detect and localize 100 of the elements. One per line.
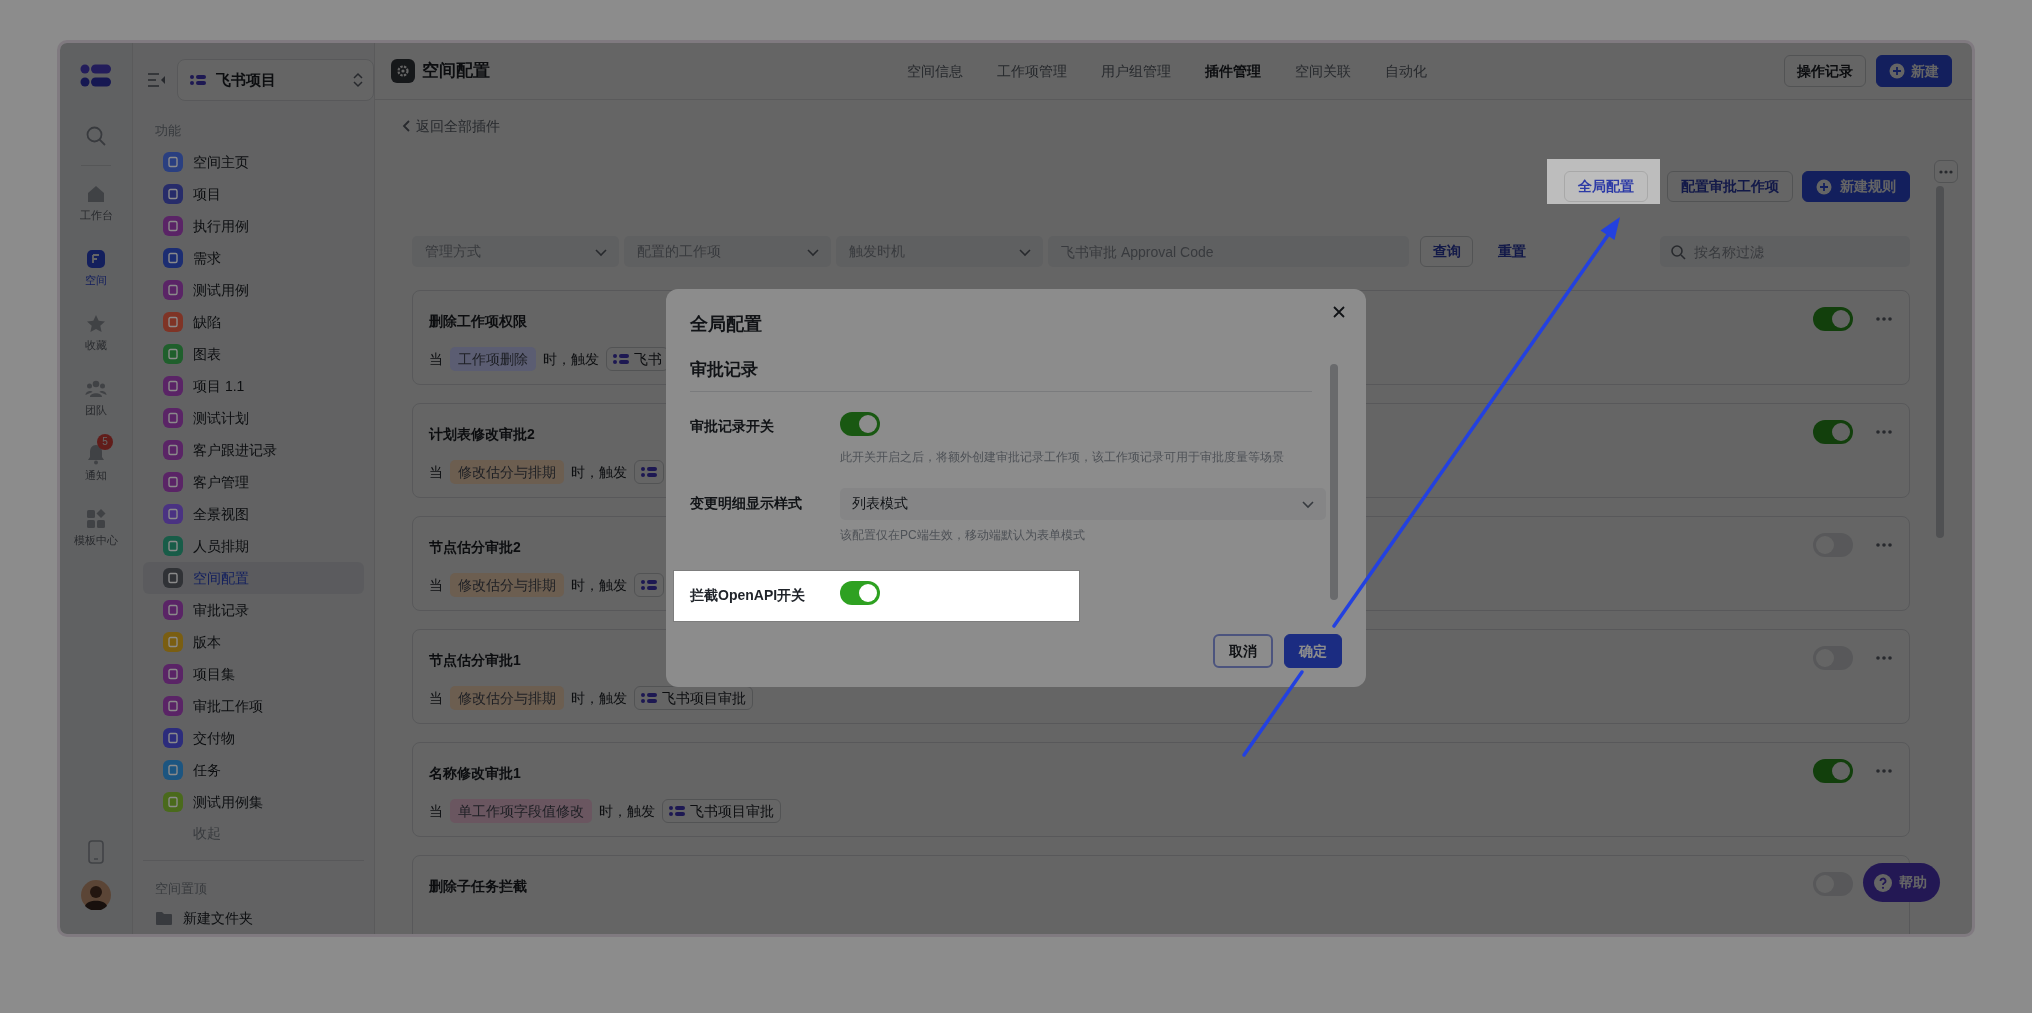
rule-title: 删除子任务拦截 xyxy=(429,877,527,896)
setting-label: 拦截OpenAPI开关 xyxy=(690,586,807,605)
star-icon[interactable] xyxy=(85,313,107,335)
toggle-switch[interactable] xyxy=(840,411,880,436)
tab[interactable]: 插件管理 xyxy=(1205,60,1261,82)
more-icon[interactable] xyxy=(1875,429,1893,435)
toggle-switch[interactable] xyxy=(840,580,880,605)
setting-label: 审批记录开关 xyxy=(690,417,775,436)
tab[interactable]: 自动化 xyxy=(1385,60,1427,82)
grid-icon[interactable] xyxy=(85,508,107,530)
folder-item[interactable]: 新建文件夹 xyxy=(143,902,364,934)
sidebar-item[interactable]: 缺陷 xyxy=(143,306,364,338)
gear-icon xyxy=(391,59,415,83)
header-button[interactable]: 操作记录 xyxy=(1784,55,1866,87)
folder-icon xyxy=(155,910,173,926)
header-button[interactable]: 新建 xyxy=(1876,55,1952,87)
sidebar-item[interactable]: 测试用例 xyxy=(143,274,364,306)
condition-text: 当 xyxy=(429,575,443,595)
dialog-title: 全局配置 xyxy=(690,313,763,336)
sidebar-item[interactable]: 项目集 xyxy=(143,658,364,690)
space-icon[interactable] xyxy=(85,248,107,270)
action-button[interactable]: 配置审批工作项 xyxy=(1667,171,1793,202)
sidebar-item[interactable]: 项目 1.1 xyxy=(143,370,364,402)
trigger-tag: 修改估分与排期 xyxy=(450,460,564,484)
condition-text: 时，触发 xyxy=(599,801,655,821)
plus-icon xyxy=(1816,178,1832,195)
list-icon xyxy=(190,74,206,86)
sidebar-item[interactable]: 空间配置 xyxy=(143,562,364,594)
list-icon xyxy=(669,805,685,817)
home-icon[interactable] xyxy=(85,183,107,205)
tab[interactable]: 空间关联 xyxy=(1295,60,1351,82)
sidebar-item[interactable]: 版本 xyxy=(143,626,364,658)
search-icon xyxy=(1670,244,1686,260)
action-button[interactable]: 新建规则 xyxy=(1802,171,1910,202)
search-icon[interactable] xyxy=(85,125,107,147)
more-icon[interactable] xyxy=(1875,316,1893,322)
rule-title: 节点估分审批2 xyxy=(429,538,521,557)
rule-title: 计划表修改审批2 xyxy=(429,425,535,444)
rule-title: 节点估分审批1 xyxy=(429,651,521,670)
sidebar-item[interactable]: 交付物 xyxy=(143,722,364,754)
more-icon[interactable] xyxy=(1875,542,1893,548)
people-icon[interactable] xyxy=(85,378,107,400)
sidebar-item[interactable]: 测试用例集 xyxy=(143,786,364,818)
rule-title: 删除工作项权限 xyxy=(429,312,527,331)
app-logo xyxy=(80,63,112,89)
sidebar-item[interactable]: 人员排期 xyxy=(143,530,364,562)
rule-title: 名称修改审批1 xyxy=(429,764,521,783)
collapse-icon[interactable] xyxy=(147,71,167,89)
condition-text: 当 xyxy=(429,462,443,482)
setting-label: 变更明细显示样式 xyxy=(690,494,803,513)
sidebar-item[interactable]: 审批记录 xyxy=(143,594,364,626)
action-button[interactable]: 全局配置 xyxy=(1564,171,1648,202)
page-title: 空间配置 xyxy=(422,60,490,83)
toggle-switch[interactable] xyxy=(1813,759,1853,783)
scrollbar[interactable] xyxy=(1330,364,1338,600)
tab[interactable]: 用户组管理 xyxy=(1101,60,1171,82)
toggle-switch[interactable] xyxy=(1813,420,1853,444)
bell-icon[interactable] xyxy=(85,443,107,465)
condition-text: 时，触发 xyxy=(571,575,627,595)
condition-text: 时，触发 xyxy=(543,349,599,369)
sidebar-item[interactable]: 执行用例 xyxy=(143,210,364,242)
list-icon xyxy=(641,466,657,478)
more-icon xyxy=(1939,169,1953,174)
rail-label[interactable]: 空间 xyxy=(85,273,107,287)
sidebar-item[interactable]: 需求 xyxy=(143,242,364,274)
condition-text: 当 xyxy=(429,688,443,708)
more-icon[interactable] xyxy=(1875,768,1893,774)
sidebar-item[interactable]: 任务 xyxy=(143,754,364,786)
list-icon xyxy=(641,579,657,591)
help-button[interactable]: 帮助 xyxy=(1863,863,1940,902)
tab[interactable]: 工作项管理 xyxy=(997,60,1067,82)
avatar[interactable] xyxy=(81,880,111,910)
toggle-switch[interactable] xyxy=(1813,307,1853,331)
dialog-button[interactable]: 取消 xyxy=(1213,634,1273,668)
sidebar-item[interactable]: 项目 xyxy=(143,178,364,210)
phone-icon[interactable] xyxy=(87,840,105,864)
tab[interactable]: 空间信息 xyxy=(907,60,963,82)
reset-link[interactable]: 重置 xyxy=(1498,241,1526,262)
close-icon xyxy=(1332,305,1346,319)
chip-text: 飞书项目审批 xyxy=(662,688,746,708)
more-icon[interactable] xyxy=(1875,655,1893,661)
condition-text: 当 xyxy=(429,801,443,821)
chevron-left-icon xyxy=(402,119,412,133)
sidebar-item[interactable]: 审批工作项 xyxy=(143,690,364,722)
query-button[interactable]: 查询 xyxy=(1420,236,1473,267)
sidebar-item[interactable]: 全景视图 xyxy=(143,498,364,530)
sidebar-item[interactable]: 测试计划 xyxy=(143,402,364,434)
dropdown[interactable]: 列表模式 xyxy=(840,487,1326,520)
trigger-tag: 工作项删除 xyxy=(450,347,536,371)
sidebar-item[interactable]: 客户跟进记录 xyxy=(143,434,364,466)
updown-icon xyxy=(353,72,363,88)
sidebar-item[interactable]: 图表 xyxy=(143,338,364,370)
dialog-button[interactable]: 确定 xyxy=(1284,634,1342,668)
project-selector[interactable]: 飞书项目 xyxy=(177,59,374,101)
trigger-tag: 单工作项字段值修改 xyxy=(450,799,592,823)
list-icon xyxy=(641,692,657,704)
condition-text: 当 xyxy=(429,349,443,369)
sidebar-item[interactable]: 空间主页 xyxy=(143,146,364,178)
more-button[interactable] xyxy=(1934,160,1958,183)
sidebar-item[interactable]: 客户管理 xyxy=(143,466,364,498)
